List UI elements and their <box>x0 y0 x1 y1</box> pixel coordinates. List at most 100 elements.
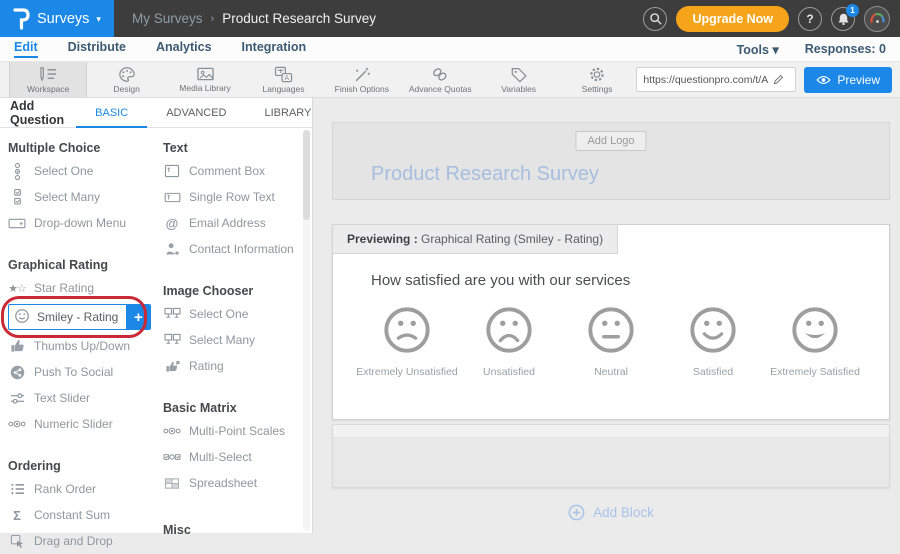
tab-analytics[interactable]: Analytics <box>156 40 212 58</box>
survey-builder-app: Surveys ▾ My Surveys › Product Research … <box>0 0 900 533</box>
nav-tabs: Edit Distribute Analytics Integration <box>14 40 306 58</box>
sigma-icon: Σ <box>8 508 26 523</box>
gauge-avatar-icon <box>869 10 886 27</box>
gear-icon <box>588 66 606 83</box>
add-block-button[interactable]: Add Block <box>332 504 890 521</box>
smiley-happy-icon <box>688 305 738 355</box>
qtype-image-select-one[interactable]: Select One <box>163 301 308 327</box>
qtype-spreadsheet[interactable]: Spreadsheet <box>163 470 308 496</box>
qtype-text-slider[interactable]: Text Slider <box>8 385 158 411</box>
survey-url-box <box>636 67 796 92</box>
eye-icon <box>816 75 831 85</box>
survey-title[interactable]: Product Research Survey <box>371 163 599 186</box>
product-name: Surveys <box>37 11 89 27</box>
qtype-select-many[interactable]: Select Many <box>8 184 158 210</box>
smiley-option-2[interactable]: Unsatisfied <box>459 305 559 378</box>
empty-survey-block[interactable] <box>332 424 890 488</box>
add-logo-button[interactable]: Add Logo <box>575 131 646 151</box>
image-frames-icon <box>163 307 181 321</box>
plus-circle-icon <box>568 504 585 521</box>
toolbar-workspace[interactable]: Workspace <box>9 62 87 97</box>
notifications-button[interactable]: 1 <box>831 7 855 31</box>
tab-distribute[interactable]: Distribute <box>68 40 126 58</box>
builder-toolbar: Workspace Design Media Library A Languag… <box>0 62 900 98</box>
rank-order-icon <box>8 482 26 496</box>
toolbar-design[interactable]: Design <box>87 62 165 97</box>
upgrade-now-button[interactable]: Upgrade Now <box>676 6 789 32</box>
qtype-dropdown-menu[interactable]: Drop-down Menu <box>8 210 158 236</box>
toolbar-settings[interactable]: Settings <box>558 62 636 97</box>
add-smiley-question-button[interactable]: + <box>126 304 150 330</box>
panel-tab-bar: Add Question BASIC ADVANCED LIBRARY ✕ <box>0 98 312 128</box>
qtype-thumbs-up-down[interactable]: Thumbs Up/Down <box>8 333 158 359</box>
qtype-multi-select[interactable]: Multi-Select <box>163 444 308 470</box>
qtype-constant-sum[interactable]: Σ Constant Sum <box>8 502 158 528</box>
qtype-email-address[interactable]: @ Email Address <box>163 210 308 236</box>
workspace-icon <box>39 66 58 83</box>
qtype-image-select-many[interactable]: Select Many <box>163 327 308 353</box>
qtype-rank-order[interactable]: Rank Order <box>8 476 158 502</box>
magic-wand-icon <box>353 66 371 83</box>
qtype-multi-point-scales[interactable]: Multi-Point Scales <box>163 418 308 444</box>
product-switcher[interactable]: Surveys ▾ <box>0 0 114 37</box>
survey-url-input[interactable] <box>643 74 769 86</box>
single-row-text-icon <box>163 192 181 203</box>
drag-drop-icon <box>8 534 26 549</box>
qtype-select-one[interactable]: Select One <box>8 158 158 184</box>
tab-advanced[interactable]: ADVANCED <box>147 98 245 128</box>
top-bar-actions: Upgrade Now ? 1 <box>643 6 900 32</box>
star-rating-icon: ★☆ <box>8 282 26 295</box>
section-graphical-rating: Graphical Rating <box>8 258 158 272</box>
panel-scrollbar[interactable] <box>303 130 310 531</box>
qtype-single-row-text[interactable]: Single Row Text <box>163 184 308 210</box>
breadcrumb-my-surveys[interactable]: My Surveys <box>132 11 203 26</box>
sliders-icon <box>8 392 26 405</box>
qtype-comment-box[interactable]: Comment Box <box>163 158 308 184</box>
survey-header-block[interactable]: Add Logo Product Research Survey <box>332 122 890 200</box>
tab-basic[interactable]: BASIC <box>76 98 147 128</box>
section-basic-matrix: Basic Matrix <box>163 401 308 415</box>
section-ordering: Ordering <box>8 459 158 473</box>
tab-integration[interactable]: Integration <box>242 40 307 58</box>
toolbar-media-library[interactable]: Media Library <box>166 62 244 97</box>
tab-edit[interactable]: Edit <box>14 40 38 58</box>
help-button[interactable]: ? <box>798 7 822 31</box>
smiley-icon <box>14 308 30 327</box>
search-button[interactable] <box>643 7 667 31</box>
survey-canvas: Add Logo Product Research Survey Preview… <box>313 98 900 533</box>
toolbar-languages[interactable]: A Languages <box>244 62 322 97</box>
smiley-option-1[interactable]: Extremely Unsatisfied <box>357 305 457 378</box>
smiley-option-3[interactable]: Neutral <box>561 305 661 378</box>
multi-point-icon <box>163 426 181 436</box>
qtype-star-rating[interactable]: ★☆ Star Rating <box>8 275 158 301</box>
tools-menu[interactable]: Tools ▾ <box>737 42 779 57</box>
responses-count[interactable]: Responses: 0 <box>805 42 886 56</box>
qtype-image-rating[interactable]: Rating <box>163 353 308 379</box>
breadcrumb-separator: › <box>211 13 215 25</box>
tag-icon <box>510 66 528 83</box>
numeric-slider-icon <box>8 419 26 429</box>
smiley-option-4[interactable]: Satisfied <box>663 305 763 378</box>
notification-badge: 1 <box>846 4 859 17</box>
question-text[interactable]: How satisfied are you with our services <box>371 272 630 289</box>
share-icon <box>8 365 26 380</box>
smiley-option-5[interactable]: Extremely Satisfied <box>765 305 865 378</box>
toolbar-variables[interactable]: Variables <box>479 62 557 97</box>
qtype-drag-and-drop[interactable]: Drag and Drop <box>8 528 158 554</box>
radio-list-icon <box>8 162 26 181</box>
qtype-push-to-social[interactable]: Push To Social <box>8 359 158 385</box>
toolbar-finish-options[interactable]: Finish Options <box>323 62 401 97</box>
account-avatar[interactable] <box>864 6 890 32</box>
preview-button[interactable]: Preview <box>804 67 892 93</box>
toolbar-advance-quotas[interactable]: Advance Quotas <box>401 62 479 97</box>
qtype-numeric-slider[interactable]: Numeric Slider <box>8 411 158 437</box>
pencil-icon[interactable] <box>773 74 784 85</box>
section-multiple-choice: Multiple Choice <box>8 141 158 155</box>
comment-box-icon <box>163 164 181 178</box>
qtype-contact-information[interactable]: Contact Information <box>163 236 308 262</box>
smiley-sad-icon <box>484 305 534 355</box>
qtype-smiley-rating[interactable]: Smiley - Rating + <box>8 304 151 330</box>
top-bar: Surveys ▾ My Surveys › Product Research … <box>0 0 900 37</box>
add-question-panel: Add Question BASIC ADVANCED LIBRARY ✕ Mu… <box>0 98 313 533</box>
chain-links-icon <box>431 66 449 83</box>
